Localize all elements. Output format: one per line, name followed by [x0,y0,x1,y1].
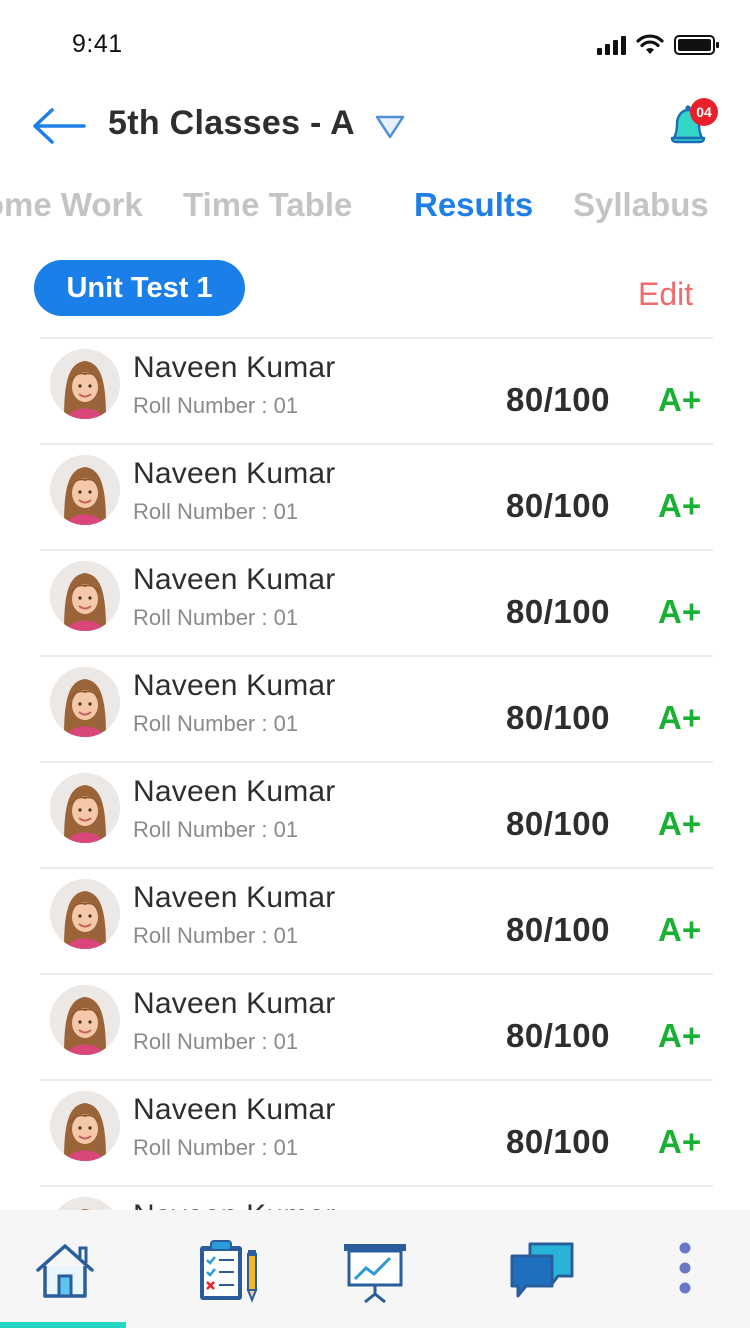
active-tab-indicator [0,1322,126,1328]
student-photo-icon [50,667,120,737]
edit-button[interactable]: Edit [638,276,693,313]
student-photo-icon [50,773,120,843]
student-photo-icon [50,985,120,1055]
student-name: Naveen Kumar [133,1199,336,1210]
table-row[interactable]: Naveen Kumar Roll Number : 01 80/100 A+ [40,761,713,867]
student-photo-icon [50,561,120,631]
roll-number: Roll Number : 01 [133,817,299,842]
score: 80/100 [506,593,610,630]
header: 5th Classes - A [0,90,750,170]
score: 80/100 [506,911,610,948]
unit-test-selector[interactable]: Unit Test 1 [34,260,245,316]
tab-syllabus[interactable]: Syllabus [573,186,709,224]
grade: A+ [658,487,702,524]
avatar [50,985,120,1055]
avatar [50,879,120,949]
back-arrow-icon[interactable] [30,106,88,146]
student-name: Naveen Kumar [133,881,336,914]
avatar [50,773,120,843]
avatar [50,667,120,737]
dropdown-triangle-icon[interactable] [374,114,406,140]
student-name: Naveen Kumar [133,1093,336,1126]
grade: A+ [658,699,702,736]
student-photo-icon [50,455,120,525]
student-name: Naveen Kumar [133,987,336,1020]
avatar [50,1091,120,1161]
presentation-board-icon[interactable] [340,1238,410,1304]
roll-number: Roll Number : 01 [133,1135,299,1160]
roll-number: Roll Number : 01 [133,499,299,524]
score: 80/100 [506,1017,610,1054]
battery-icon [674,35,719,55]
grade: A+ [658,1017,702,1054]
table-row[interactable]: Naveen Kumar Roll Number : 01 80/100 A+ [40,973,713,1079]
more-dots-icon[interactable] [650,1238,720,1304]
student-name: Naveen Kumar [133,351,336,384]
roll-number: Roll Number : 01 [133,605,299,630]
avatar [50,561,120,631]
signal-icon [597,35,626,55]
grade: A+ [658,805,702,842]
student-name: Naveen Kumar [133,669,336,702]
roll-number: Roll Number : 01 [133,711,299,736]
student-photo-icon [50,1091,120,1161]
score: 80/100 [506,1123,610,1160]
table-row[interactable]: Naveen Kumar Roll Number : 01 80/100 A+ [40,867,713,973]
student-name: Naveen Kumar [133,775,336,808]
status-icons [597,34,720,56]
bottom-nav [0,1210,750,1328]
home-icon[interactable] [30,1238,100,1304]
notification-badge: 04 [690,98,718,126]
tab-bar: Home Work Time Table Results Syllabus [0,180,750,236]
student-list[interactable]: Naveen Kumar Roll Number : 01 80/100 A+ … [40,337,713,1210]
tab-results[interactable]: Results [414,186,533,224]
grade: A+ [658,381,702,418]
score: 80/100 [506,699,610,736]
wifi-icon [636,34,664,54]
score: 80/100 [506,381,610,418]
table-row[interactable]: Naveen Kumar Roll Number : 01 80/100 A+ [40,549,713,655]
roll-number: Roll Number : 01 [133,393,299,418]
table-row[interactable]: Naveen Kumar Roll Number : 01 80/100 A+ [40,1079,713,1185]
status-time: 9:41 [72,30,123,58]
grade: A+ [658,1123,702,1160]
score: 80/100 [506,487,610,524]
student-photo-icon [50,1197,120,1210]
table-row[interactable]: Naveen Kumar Roll Number : 01 80/100 A+ [40,655,713,761]
table-row[interactable]: Naveen Kumar Roll Number : 01 80/100 A+ [40,443,713,549]
student-name: Naveen Kumar [133,563,336,596]
grade: A+ [658,911,702,948]
roll-number: Roll Number : 01 [133,923,299,948]
table-row[interactable]: Naveen Kumar Roll Number : 01 80/100 A+ [40,1185,713,1210]
status-bar: 9:41 [0,0,750,90]
student-photo-icon [50,349,120,419]
student-photo-icon [50,879,120,949]
avatar [50,349,120,419]
score: 80/100 [506,805,610,842]
table-row[interactable]: Naveen Kumar Roll Number : 01 80/100 A+ [40,337,713,443]
class-title[interactable]: 5th Classes - A [108,104,355,143]
tab-home-work[interactable]: Home Work [0,186,143,224]
student-name: Naveen Kumar [133,457,336,490]
avatar [50,455,120,525]
tab-time-table[interactable]: Time Table [183,186,352,224]
avatar [50,1197,120,1210]
chat-bubbles-icon[interactable] [508,1238,578,1304]
grade: A+ [658,593,702,630]
clipboard-checklist-icon[interactable] [194,1238,264,1304]
roll-number: Roll Number : 01 [133,1029,299,1054]
